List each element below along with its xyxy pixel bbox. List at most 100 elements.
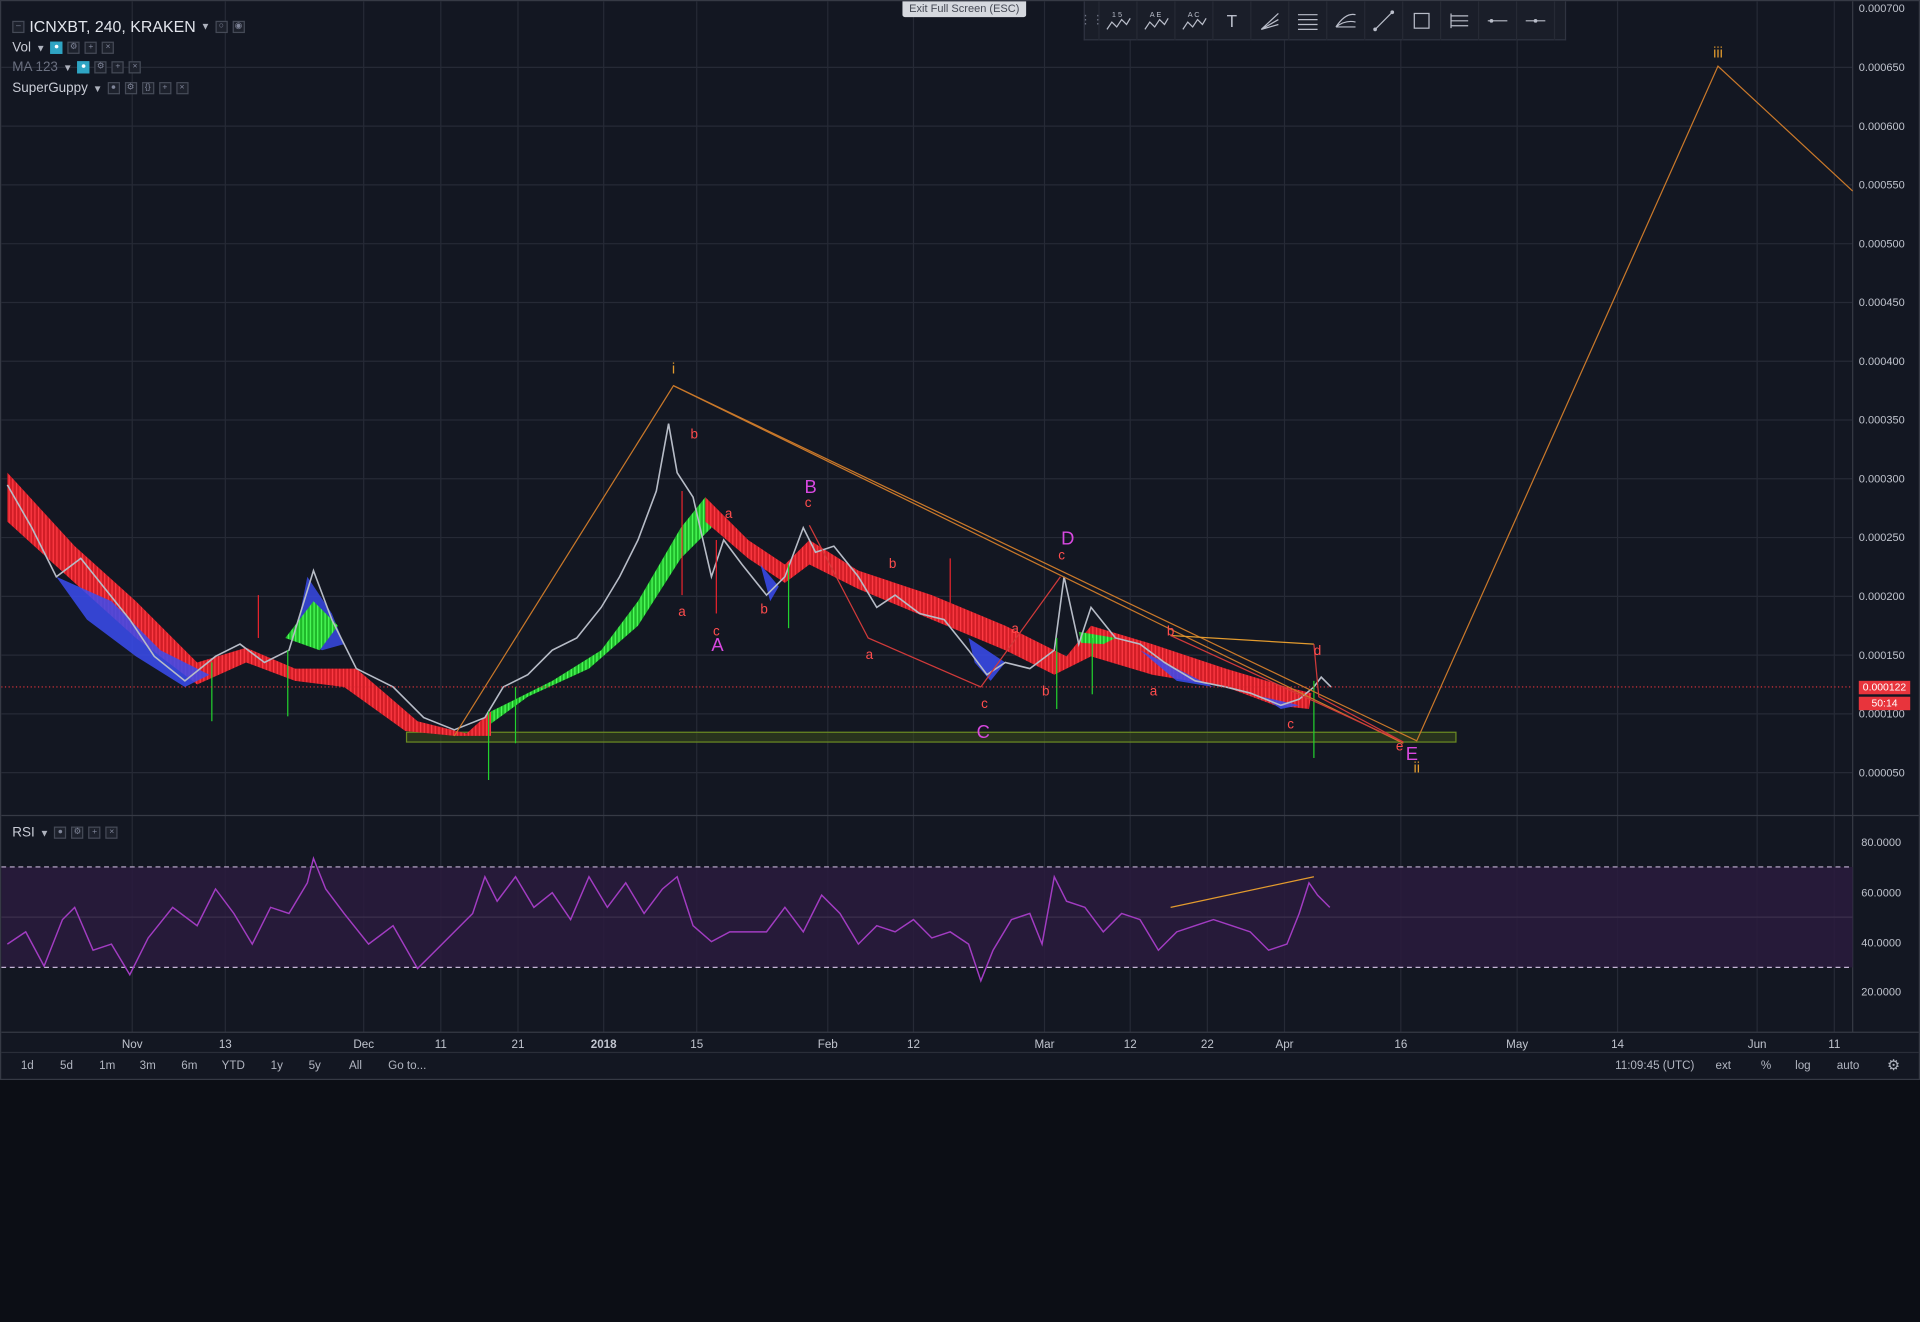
collapse-icon[interactable]: – — [12, 20, 25, 33]
text-tool-icon[interactable]: T — [1213, 1, 1252, 40]
eye-icon[interactable]: ● — [54, 826, 67, 839]
time-label: Nov — [121, 1038, 143, 1052]
fib-fan-tool-icon[interactable] — [1251, 1, 1290, 40]
time-label: 14 — [1611, 1038, 1625, 1052]
eye-icon[interactable]: ● — [107, 82, 120, 95]
visibility-icon[interactable]: ◉ — [232, 20, 245, 33]
parallel-channel-tool-icon[interactable] — [1289, 1, 1328, 40]
superguppy-ribbon — [7, 472, 1312, 736]
gear-icon[interactable]: ⚙ — [94, 61, 107, 74]
wave-label: c — [712, 624, 720, 640]
exit-fullscreen-button[interactable]: Exit Full Screen (ESC) — [902, 1, 1027, 18]
add-icon[interactable]: + — [84, 41, 98, 54]
chevron-down-icon[interactable]: ▼ — [36, 42, 46, 53]
wave-label: E — [1405, 743, 1418, 765]
price-label: 0.000200 — [1858, 590, 1905, 603]
range-6m-button[interactable]: 6m — [181, 1059, 197, 1072]
close-icon[interactable]: × — [101, 41, 115, 54]
wave-label: iii — [1713, 44, 1723, 62]
indicator-ma[interactable]: MA 123 ▼ ● ⚙ + × — [12, 60, 142, 75]
wave-ac-tool-icon[interactable]: A C — [1176, 1, 1214, 40]
code-icon[interactable]: {} — [141, 82, 154, 95]
price-label: 0.000400 — [1858, 355, 1905, 368]
drag-handle-icon[interactable]: ⋮⋮ — [1079, 1, 1104, 40]
wave-label: c — [1287, 717, 1294, 733]
price-label: 0.000150 — [1858, 648, 1905, 662]
wave-label: a — [1149, 684, 1158, 700]
add-icon[interactable]: + — [111, 61, 124, 74]
trend-line-tool-icon[interactable] — [1365, 1, 1404, 40]
range-5d-button[interactable]: 5d — [60, 1059, 73, 1072]
chevron-down-icon[interactable]: ▼ — [93, 83, 103, 94]
time-label: 16 — [1394, 1038, 1408, 1052]
indicator-vol[interactable]: Vol ▼ ● ⚙ + × — [12, 40, 115, 55]
range-1m-button[interactable]: 1m — [99, 1059, 115, 1072]
close-icon[interactable]: × — [105, 826, 118, 839]
rsi-label: 60.0000 — [1861, 886, 1902, 899]
range-1y-button[interactable]: 1y — [271, 1059, 283, 1072]
wave-15-tool-icon[interactable]: 1 5 — [1100, 1, 1138, 40]
rectangle-tool-icon[interactable] — [1403, 1, 1442, 40]
price-label: 0.000600 — [1858, 120, 1905, 133]
wave-label: a — [865, 647, 874, 663]
add-icon[interactable]: + — [158, 82, 172, 95]
goto-button[interactable]: Go to... — [388, 1059, 426, 1072]
range-ytd-button[interactable]: YTD — [222, 1059, 245, 1072]
time-label: 15 — [690, 1038, 704, 1052]
time-label: May — [1506, 1038, 1529, 1052]
symbol-header[interactable]: – ICNXBT, 240, KRAKEN ▼ ○ ◉ — [12, 17, 245, 36]
price-label: 0.000050 — [1858, 766, 1905, 779]
eye-icon[interactable]: ● — [77, 61, 90, 74]
wave-label: a — [678, 604, 686, 620]
range-all-button[interactable]: All — [349, 1059, 362, 1072]
rsi-label: 40.0000 — [1861, 936, 1902, 949]
price-label: 0.000250 — [1858, 531, 1905, 544]
chevron-down-icon[interactable]: ▼ — [63, 62, 73, 73]
eye-icon[interactable]: ● — [50, 41, 63, 54]
bottom-range-bar: 1d 5d 1m 3m 6m YTD 1y 5y All Go to... 11… — [1, 1051, 1919, 1079]
log-toggle[interactable]: log — [1795, 1059, 1811, 1072]
gear-icon[interactable]: ⚙ — [1887, 1057, 1900, 1074]
horizontal-line-tool-icon[interactable] — [1517, 1, 1556, 40]
add-icon[interactable]: + — [88, 826, 101, 839]
rsi-label: 20.0000 — [1861, 985, 1902, 998]
wave-projection — [453, 65, 1854, 742]
price-label: 0.000350 — [1858, 413, 1905, 427]
time-label: 11 — [1828, 1038, 1841, 1052]
percent-toggle[interactable]: % — [1761, 1059, 1771, 1072]
range-1d-button[interactable]: 1d — [21, 1059, 34, 1072]
drawing-toolbar[interactable]: ⋮⋮ 1 5 A E A C T — [1079, 1, 1567, 41]
close-icon[interactable]: × — [128, 61, 142, 74]
indicator-superguppy[interactable]: SuperGuppy ▼ ● ⚙ {} + × — [12, 81, 189, 96]
indicator-rsi[interactable]: RSI ▼ ● ⚙ + × — [12, 825, 118, 840]
gear-icon[interactable]: ⚙ — [67, 41, 80, 54]
horizontal-ray-tool-icon[interactable] — [1479, 1, 1518, 40]
gear-icon[interactable]: ⚙ — [124, 82, 137, 95]
chevron-down-icon[interactable]: ▼ — [40, 827, 50, 838]
chevron-down-icon[interactable]: ▼ — [201, 21, 211, 32]
frame-tool-icon[interactable] — [1441, 1, 1480, 40]
pitchfork-tool-icon[interactable] — [1327, 1, 1366, 40]
range-3m-button[interactable]: 3m — [140, 1059, 156, 1072]
auto-toggle[interactable]: auto — [1837, 1059, 1860, 1072]
time-label: 12 — [907, 1038, 920, 1052]
wave-label: B — [804, 476, 817, 498]
price-label: 0.000450 — [1858, 296, 1905, 309]
wave-ae-tool-icon[interactable]: A E — [1138, 1, 1176, 40]
wave-label: c — [804, 495, 812, 511]
time-label: Feb — [817, 1038, 838, 1052]
close-icon[interactable]: × — [175, 82, 189, 95]
indicator-rsi-label: RSI — [12, 825, 35, 841]
price-label: 0.000700 — [1858, 2, 1905, 15]
svg-text:A E: A E — [1150, 10, 1162, 19]
svg-text:A C: A C — [1188, 10, 1201, 19]
svg-text:1 5: 1 5 — [1112, 10, 1122, 19]
ext-toggle[interactable]: ext — [1716, 1059, 1732, 1072]
settings-icon[interactable]: ○ — [215, 20, 228, 33]
gear-icon[interactable]: ⚙ — [71, 826, 84, 839]
wave-label: a — [1011, 622, 1019, 637]
chart-stage[interactable]: – ICNXBT, 240, KRAKEN ▼ ○ ◉ Vol ▼ ● ⚙ + … — [0, 0, 1920, 1081]
range-5y-button[interactable]: 5y — [309, 1059, 321, 1072]
rsi-label: 80.0000 — [1861, 836, 1902, 849]
price-chart[interactable] — [1, 1, 1920, 1080]
